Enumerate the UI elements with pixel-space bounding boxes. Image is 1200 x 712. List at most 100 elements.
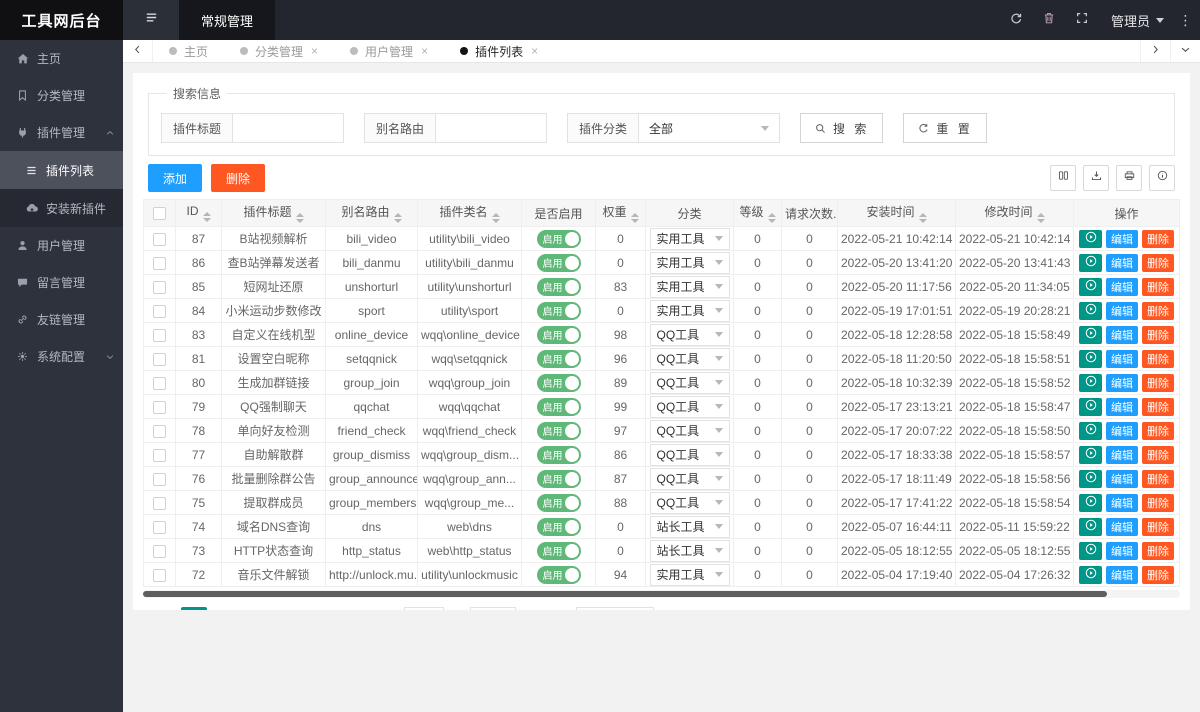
run-plugin-button[interactable]: [1079, 565, 1102, 584]
sidebar-item-plugins[interactable]: 插件管理: [0, 114, 123, 151]
delete-button[interactable]: 删除: [1142, 373, 1174, 392]
sidebar-item-install-plugin[interactable]: 安装新插件: [0, 189, 123, 227]
edit-button[interactable]: 编辑: [1106, 325, 1138, 344]
sidebar-item-friend-links[interactable]: 友链管理: [0, 301, 123, 338]
row-checkbox[interactable]: [153, 256, 166, 270]
delete-button[interactable]: 删除: [1142, 445, 1174, 464]
row-checkbox[interactable]: [153, 232, 166, 246]
sort-icon[interactable]: [202, 212, 211, 222]
add-button[interactable]: 添加: [148, 164, 203, 192]
category-select[interactable]: QQ工具: [649, 467, 730, 490]
category-select[interactable]: QQ工具: [649, 491, 730, 514]
run-plugin-button[interactable]: [1079, 325, 1102, 344]
page-button-3[interactable]: 3: [247, 607, 273, 610]
sort-icon[interactable]: [393, 213, 402, 223]
select-all-checkbox[interactable]: [153, 207, 166, 221]
category-select[interactable]: QQ工具: [649, 419, 730, 442]
edit-button[interactable]: 编辑: [1106, 421, 1138, 440]
run-plugin-button[interactable]: [1079, 349, 1102, 368]
print-button[interactable]: [1116, 165, 1142, 191]
plugin-category-select[interactable]: 全部: [638, 113, 781, 143]
enabled-toggle[interactable]: 启用: [536, 301, 581, 320]
run-plugin-button[interactable]: [1079, 469, 1102, 488]
run-plugin-button[interactable]: [1079, 493, 1102, 512]
delete-button[interactable]: 删除: [1142, 397, 1174, 416]
delete-button[interactable]: 删除: [1142, 517, 1174, 536]
refresh-button[interactable]: [1000, 0, 1033, 40]
category-select[interactable]: QQ工具: [649, 371, 730, 394]
edit-button[interactable]: 编辑: [1106, 277, 1138, 296]
run-plugin-button[interactable]: [1079, 445, 1102, 464]
sidebar-item-categories[interactable]: 分类管理: [0, 77, 123, 114]
category-select[interactable]: QQ工具: [649, 323, 730, 346]
enabled-toggle[interactable]: 启用: [536, 445, 581, 464]
prev-page-button[interactable]: [148, 607, 174, 610]
scrollbar-thumb[interactable]: [143, 591, 1108, 597]
batch-delete-button[interactable]: 删除: [211, 164, 266, 192]
edit-button[interactable]: 编辑: [1106, 541, 1138, 560]
category-select[interactable]: 站长工具: [649, 539, 730, 562]
row-checkbox[interactable]: [153, 472, 166, 486]
enabled-toggle[interactable]: 启用: [536, 517, 581, 536]
category-select[interactable]: 站长工具: [649, 515, 730, 538]
edit-button[interactable]: 编辑: [1106, 373, 1138, 392]
category-select[interactable]: 实用工具: [649, 227, 730, 250]
enabled-toggle[interactable]: 启用: [536, 349, 581, 368]
delete-button[interactable]: 删除: [1142, 349, 1174, 368]
row-checkbox[interactable]: [153, 424, 166, 438]
category-select[interactable]: QQ工具: [649, 443, 730, 466]
row-checkbox[interactable]: [153, 352, 166, 366]
edit-button[interactable]: 编辑: [1106, 517, 1138, 536]
row-checkbox[interactable]: [153, 376, 166, 390]
page-button-2[interactable]: 2: [214, 607, 240, 610]
run-plugin-button[interactable]: [1079, 253, 1102, 272]
edit-button[interactable]: 编辑: [1106, 493, 1138, 512]
close-icon[interactable]: ×: [421, 44, 428, 58]
row-checkbox[interactable]: [153, 520, 166, 534]
sidebar-item-users[interactable]: 用户管理: [0, 227, 123, 264]
category-select[interactable]: 实用工具: [649, 251, 730, 274]
enabled-toggle[interactable]: 启用: [536, 253, 581, 272]
row-checkbox[interactable]: [153, 400, 166, 414]
close-icon[interactable]: ×: [311, 44, 318, 58]
delete-button[interactable]: 删除: [1142, 541, 1174, 560]
row-checkbox[interactable]: [153, 280, 166, 294]
page-button-5[interactable]: 5: [307, 607, 334, 610]
enabled-toggle[interactable]: 启用: [536, 325, 581, 344]
sort-icon[interactable]: [767, 213, 776, 223]
delete-button[interactable]: 删除: [1142, 469, 1174, 488]
tab-users[interactable]: 用户管理 ×: [334, 40, 444, 62]
delete-button[interactable]: 删除: [1142, 301, 1174, 320]
enabled-toggle[interactable]: 启用: [536, 469, 581, 488]
row-checkbox[interactable]: [153, 496, 166, 510]
delete-button[interactable]: 删除: [1142, 565, 1174, 584]
category-select[interactable]: QQ工具: [649, 395, 730, 418]
edit-button[interactable]: 编辑: [1106, 397, 1138, 416]
fullscreen-button[interactable]: [1066, 0, 1099, 40]
reset-button[interactable]: 重 置: [903, 113, 987, 143]
close-icon[interactable]: ×: [531, 44, 538, 58]
edit-button[interactable]: 编辑: [1106, 349, 1138, 368]
per-page-select[interactable]: 15 条/页: [576, 607, 655, 610]
info-button[interactable]: [1149, 165, 1175, 191]
category-select[interactable]: 实用工具: [649, 275, 730, 298]
topnav-item-general[interactable]: 常规管理: [179, 0, 276, 40]
edit-button[interactable]: 编辑: [1106, 301, 1138, 320]
delete-button[interactable]: 删除: [1142, 493, 1174, 512]
sidebar-item-plugin-list[interactable]: 插件列表: [0, 151, 123, 189]
run-plugin-button[interactable]: [1079, 421, 1102, 440]
tab-home[interactable]: 主页: [153, 40, 224, 62]
run-plugin-button[interactable]: [1079, 397, 1102, 416]
row-checkbox[interactable]: [153, 328, 166, 342]
run-plugin-button[interactable]: [1079, 541, 1102, 560]
enabled-toggle[interactable]: 启用: [536, 229, 581, 248]
sidebar-item-system-config[interactable]: 系统配置: [0, 338, 123, 375]
run-plugin-button[interactable]: [1079, 517, 1102, 536]
tabs-scroll-right-button[interactable]: [1140, 40, 1170, 62]
sidebar-item-home[interactable]: 主页: [0, 40, 123, 77]
columns-filter-button[interactable]: [1050, 165, 1076, 191]
tabs-more-button[interactable]: [1170, 40, 1200, 62]
delete-button[interactable]: 删除: [1142, 277, 1174, 296]
edit-button[interactable]: 编辑: [1106, 253, 1138, 272]
row-checkbox[interactable]: [153, 448, 166, 462]
